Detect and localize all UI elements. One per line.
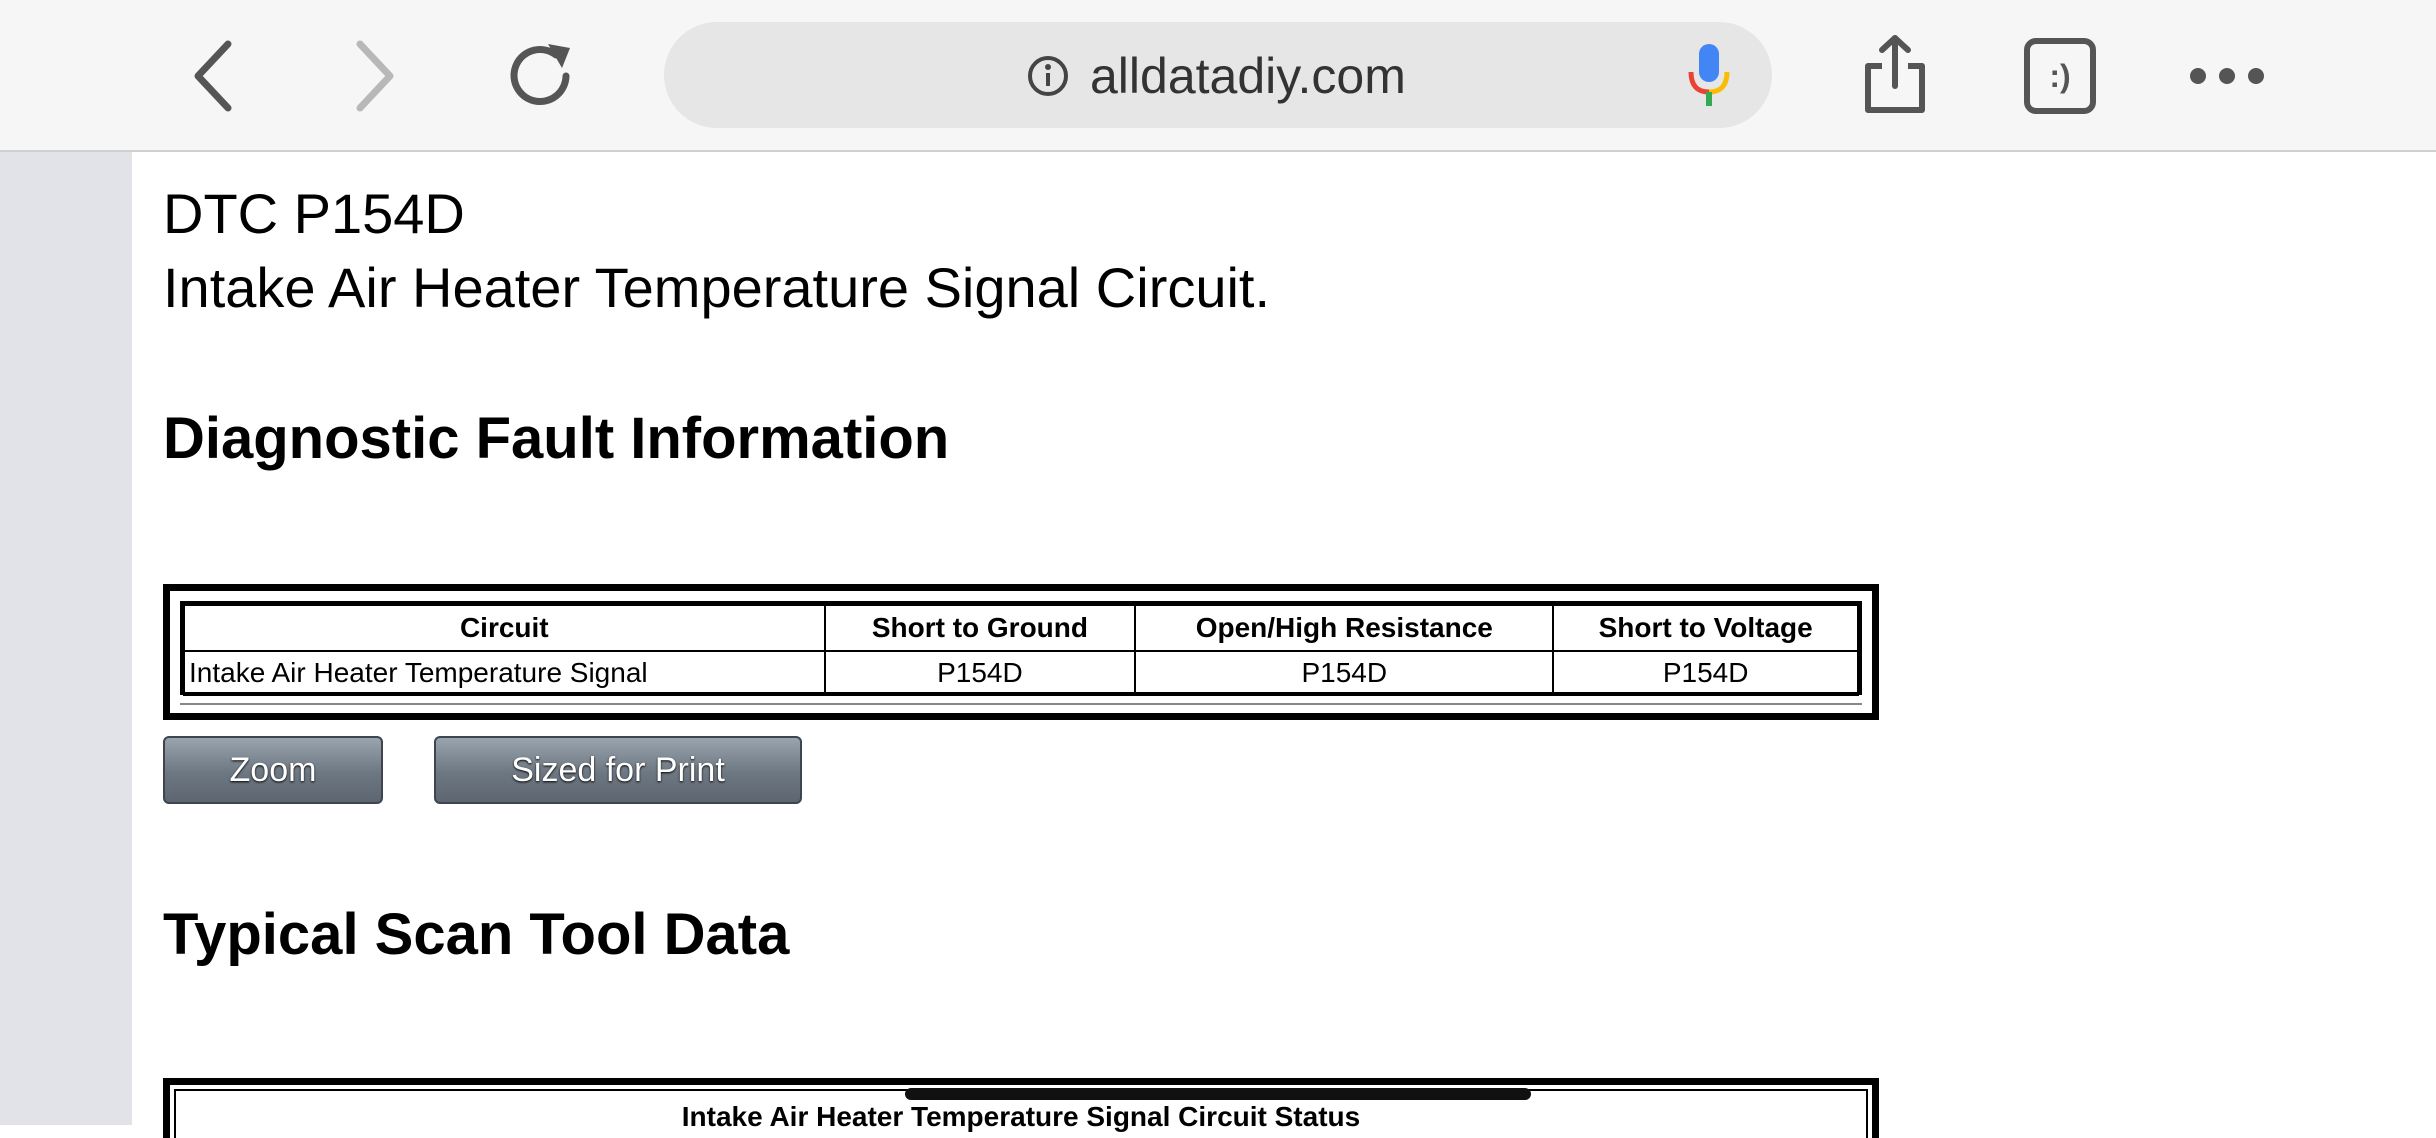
scan-tool-data-heading: Typical Scan Tool Data [163,902,790,967]
share-icon[interactable] [1860,32,1930,116]
header-short-to-voltage: Short to Voltage [1552,604,1859,652]
cell-circuit: Intake Air Heater Temperature Signal [183,650,826,696]
tabs-icon[interactable]: :) [2024,38,2096,114]
reload-icon[interactable] [500,36,580,116]
tabs-icon-label: :) [2049,57,2071,94]
table-divider [180,703,1862,705]
more-icon[interactable] [2186,56,2268,96]
header-circuit: Circuit [183,604,826,652]
dtc-description: Intake Air Heater Temperature Signal Cir… [163,256,1271,319]
cell-short-to-voltage: P154D [1552,650,1859,696]
forward-arrow-icon[interactable] [340,36,408,116]
fault-table-image: Circuit Short to Ground Open/High Resist… [163,584,1879,720]
home-indicator[interactable] [905,1088,1531,1100]
sized-for-print-button[interactable]: Sized for Print [434,736,802,804]
diagnostic-fault-heading: Diagnostic Fault Information [163,406,950,471]
fault-table: Circuit Short to Ground Open/High Resist… [183,604,1859,696]
left-gutter [0,152,132,1125]
zoom-button[interactable]: Zoom [163,736,383,804]
browser-toolbar: alldatadiy.com :) [0,0,2436,152]
cell-short-to-ground: P154D [823,650,1137,696]
header-open-high-resistance: Open/High Resistance [1134,604,1555,652]
header-short-to-ground: Short to Ground [823,604,1137,652]
cell-open-high-resistance: P154D [1134,650,1555,696]
scan-tool-table-image: Intake Air Heater Temperature Signal Cir… [163,1078,1879,1138]
microphone-icon[interactable] [1684,40,1734,112]
url-text[interactable]: alldatadiy.com [1090,44,1406,108]
dtc-code: DTC P154D [163,182,465,245]
table-row: Intake Air Heater Temperature Signal P15… [183,650,1859,696]
table-header-row: Circuit Short to Ground Open/High Resist… [183,604,1859,652]
scan-tool-table-title: Intake Air Heater Temperature Signal Cir… [681,1101,1361,1132]
back-arrow-icon[interactable] [180,36,248,116]
info-icon[interactable] [1026,54,1070,98]
